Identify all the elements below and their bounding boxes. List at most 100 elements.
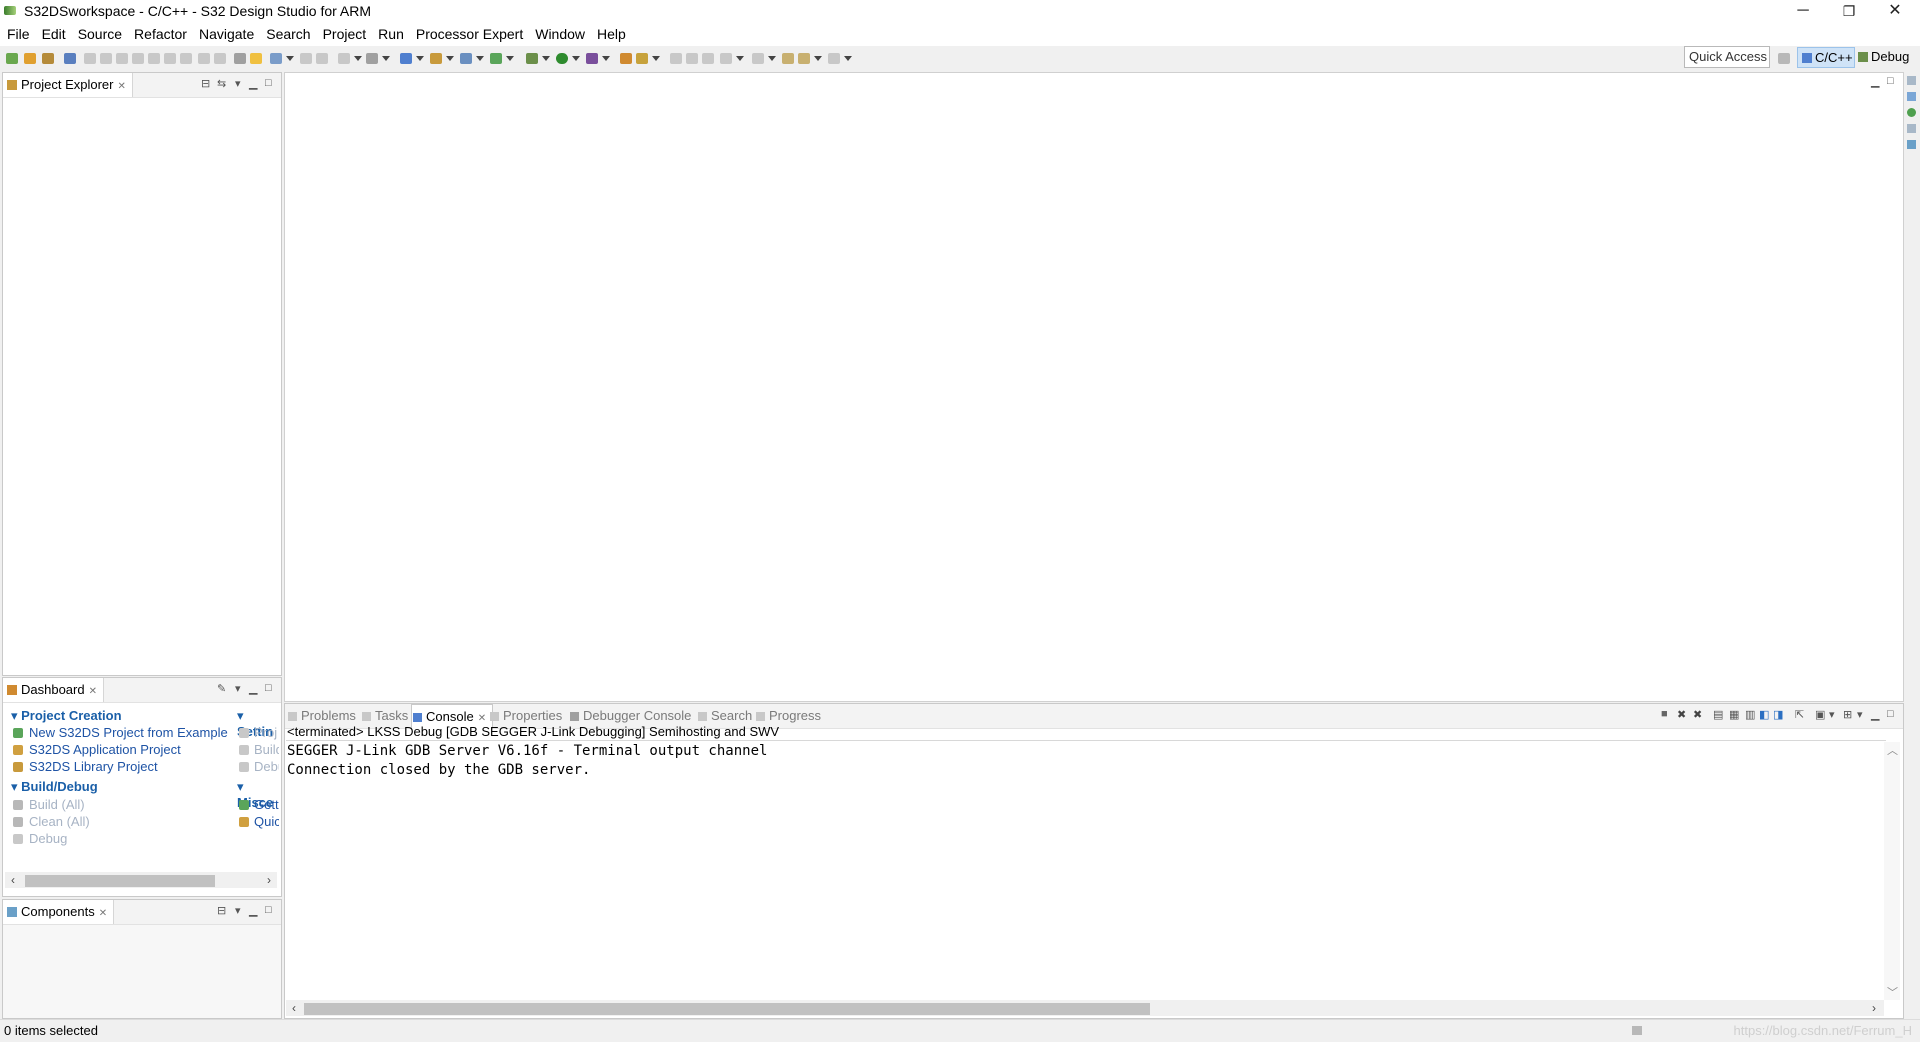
minimize-editor-icon[interactable]: ▁ — [1871, 75, 1879, 88]
menu-window[interactable]: Window — [529, 24, 591, 44]
build-all-icon[interactable] — [316, 53, 328, 64]
remove-all-terminated-icon[interactable]: ✖ — [1693, 708, 1702, 721]
maximize-view-icon[interactable]: □ — [265, 77, 272, 89]
chevron-down-icon[interactable] — [446, 56, 454, 61]
close-icon[interactable]: ✕ — [478, 713, 486, 724]
include-browser-icon[interactable] — [1907, 92, 1916, 101]
new-source-file-icon[interactable] — [460, 53, 472, 64]
make-target-icon[interactable] — [1907, 108, 1916, 117]
build-debug-header[interactable]: ▾ Build/Debug — [11, 779, 98, 795]
drop-frame-icon[interactable] — [214, 53, 226, 64]
show-on-error-icon[interactable]: ◨ — [1773, 708, 1783, 721]
instruction-step-icon[interactable] — [198, 53, 210, 64]
maximize-view-icon[interactable]: □ — [265, 904, 272, 916]
chevron-down-icon[interactable] — [844, 56, 852, 61]
minimize-button[interactable]: ─ — [1780, 0, 1826, 24]
maximize-view-icon[interactable]: □ — [1887, 708, 1894, 720]
save-icon[interactable] — [42, 53, 54, 64]
menu-edit[interactable]: Edit — [36, 24, 72, 44]
console-vertical-scrollbar[interactable]: ︿ ﹀ — [1884, 742, 1900, 1000]
menu-help[interactable]: Help — [591, 24, 632, 44]
close-icon[interactable]: ✕ — [89, 686, 97, 697]
restore-button[interactable]: ❐ — [1826, 0, 1872, 24]
resume-icon[interactable] — [84, 53, 96, 64]
console-horizontal-scrollbar[interactable]: ‹ › — [286, 1000, 1884, 1016]
chevron-down-icon[interactable] — [572, 56, 580, 61]
quick-access-input[interactable]: Quick Access — [1684, 46, 1770, 68]
chevron-down-icon[interactable] — [476, 56, 484, 61]
chevron-down-icon[interactable] — [286, 56, 294, 61]
maximize-view-icon[interactable]: □ — [265, 682, 272, 694]
project-creation-header[interactable]: ▾ Project Creation — [11, 708, 122, 724]
close-icon[interactable]: ✕ — [117, 81, 125, 92]
step-into-icon[interactable] — [148, 53, 160, 64]
open-perspective-icon[interactable] — [1778, 53, 1790, 64]
last-edit-icon[interactable] — [782, 53, 794, 64]
debug-link[interactable]: Debug — [29, 831, 67, 846]
show-on-output-icon[interactable]: ◧ — [1759, 708, 1769, 721]
outline-icon[interactable] — [1907, 76, 1916, 85]
close-button[interactable]: ✕ — [1872, 0, 1918, 24]
minimize-view-icon[interactable]: ▁ — [1871, 708, 1879, 721]
perspective-debug-button[interactable]: Debug — [1858, 47, 1909, 67]
chevron-down-icon[interactable]: ▾ — [1829, 708, 1835, 721]
display-console-icon[interactable]: ▣ — [1815, 708, 1825, 721]
chevron-down-icon[interactable] — [354, 56, 362, 61]
menu-run[interactable]: Run — [372, 24, 410, 44]
collapse-all-icon[interactable]: ⊟ — [217, 904, 226, 917]
quick-access-link[interactable]: Quic — [254, 814, 279, 829]
open-console-icon[interactable]: ⊞ — [1843, 708, 1852, 721]
new-header-icon[interactable] — [490, 53, 502, 64]
chevron-down-icon[interactable] — [416, 56, 424, 61]
scroll-up-icon[interactable]: ︿ — [1887, 742, 1898, 758]
toggle-mark-icon[interactable] — [670, 53, 682, 64]
chevron-down-icon[interactable] — [814, 56, 822, 61]
scroll-down-icon[interactable]: ﹀ — [1887, 984, 1898, 1000]
tab-project-explorer[interactable]: Project Explorer ✕ — [3, 73, 133, 97]
scroll-right-icon[interactable]: › — [267, 872, 271, 888]
dashboard-horizontal-scrollbar[interactable]: ‹ › — [5, 872, 277, 888]
restart-icon[interactable] — [234, 53, 246, 64]
menu-project[interactable]: Project — [317, 24, 373, 44]
menu-refactor[interactable]: Refactor — [128, 24, 193, 44]
project-settings-link[interactable]: Proj — [254, 725, 277, 740]
new-project-from-example-link[interactable]: New S32DS Project from Example — [29, 725, 228, 740]
menu-file[interactable]: File — [0, 24, 36, 44]
perspective-cpp-button[interactable]: C/C++ — [1797, 47, 1855, 68]
chevron-down-icon[interactable] — [768, 56, 776, 61]
new-icon[interactable] — [6, 53, 18, 64]
new-source-folder-icon[interactable] — [430, 53, 442, 64]
collapse-all-icon[interactable]: ⊟ — [201, 77, 210, 90]
build-hammer-icon[interactable] — [366, 53, 378, 64]
minimize-view-icon[interactable]: ▁ — [249, 77, 257, 90]
chevron-down-icon[interactable] — [542, 56, 550, 61]
scroll-right-icon[interactable]: › — [1872, 1000, 1876, 1016]
view-menu-icon[interactable]: ▾ — [235, 77, 241, 90]
dashboard-settings-icon[interactable]: ✎ — [217, 682, 226, 695]
cursor-icon[interactable] — [64, 53, 76, 64]
run-icon[interactable] — [556, 53, 568, 64]
chevron-down-icon[interactable] — [382, 56, 390, 61]
show-whitespace-icon[interactable] — [702, 53, 714, 64]
chevron-down-icon[interactable] — [506, 56, 514, 61]
disconnect-icon[interactable] — [132, 53, 144, 64]
chevron-down-icon[interactable] — [652, 56, 660, 61]
close-icon[interactable]: ✕ — [99, 908, 107, 919]
peripherals-icon[interactable] — [1907, 140, 1916, 149]
scroll-lock-icon[interactable]: ▦ — [1729, 708, 1739, 721]
target-icon[interactable] — [338, 53, 350, 64]
debug-settings-link[interactable]: Debu — [254, 759, 279, 774]
scroll-left-icon[interactable]: ‹ — [292, 1000, 296, 1016]
word-wrap-icon[interactable]: ▥ — [1745, 708, 1755, 721]
maximize-editor-icon[interactable]: □ — [1887, 75, 1894, 87]
scroll-thumb[interactable] — [25, 875, 215, 887]
step-over-icon[interactable] — [164, 53, 176, 64]
build-settings-link[interactable]: Build — [254, 742, 279, 757]
new-file-icon[interactable] — [270, 53, 282, 64]
open-type-icon[interactable] — [620, 53, 632, 64]
next-annotation-icon[interactable] — [720, 53, 732, 64]
menu-search[interactable]: Search — [260, 24, 316, 44]
search-icon[interactable] — [636, 53, 648, 64]
view-menu-icon[interactable]: ▾ — [235, 904, 241, 917]
clean-all-link[interactable]: Clean (All) — [29, 814, 90, 829]
